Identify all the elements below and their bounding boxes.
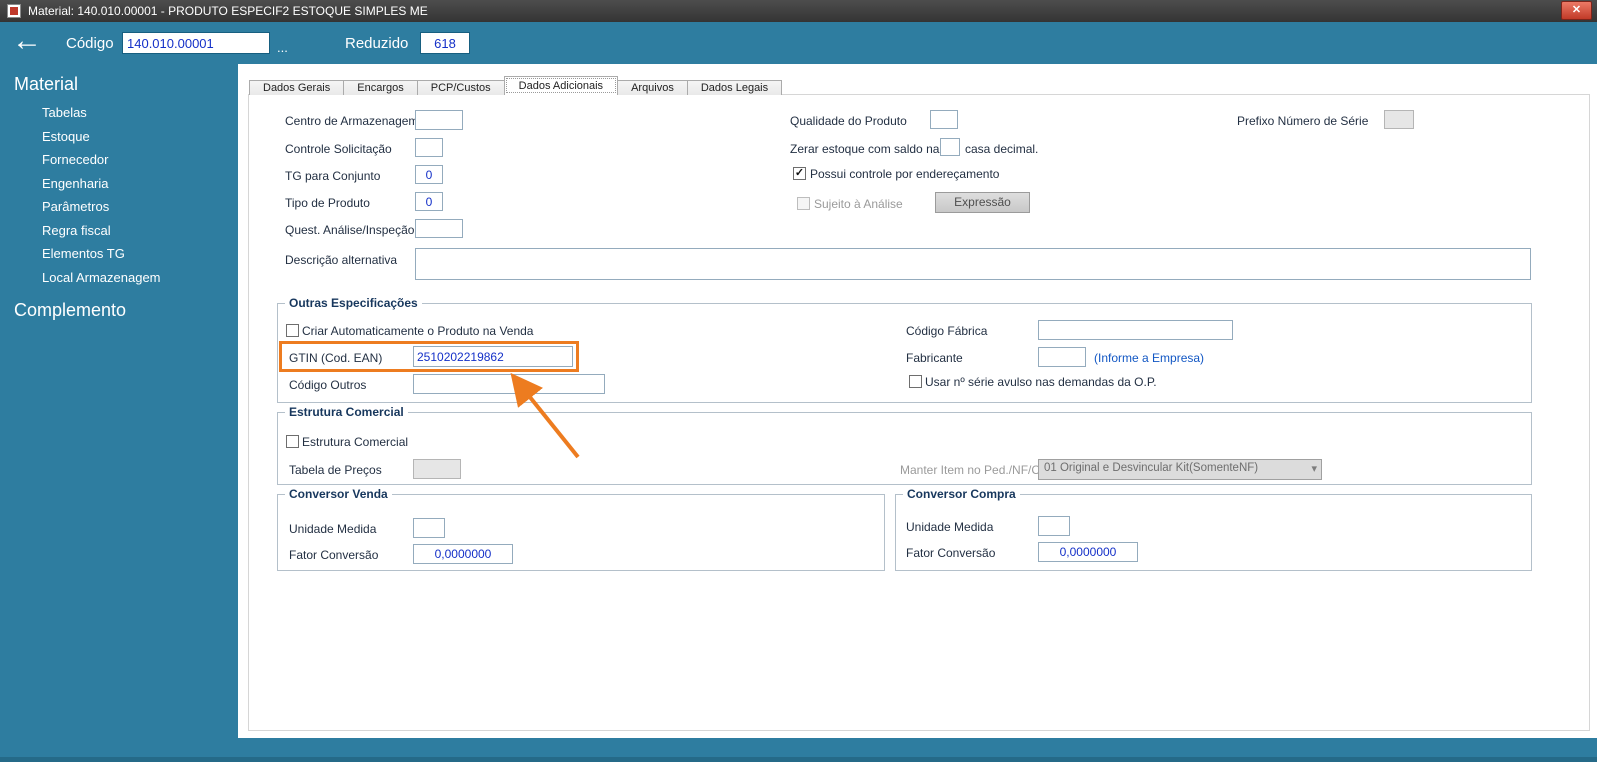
tab-encargos[interactable]: Encargos (343, 80, 418, 95)
compra-fator-label: Fator Conversão (906, 546, 996, 560)
zerar-estoque-input[interactable] (940, 138, 960, 156)
venda-unidade-input[interactable] (413, 518, 445, 538)
quest-analise-label: Quest. Análise/Inspeção (285, 223, 415, 237)
sujeito-analise-checkbox[interactable] (797, 197, 810, 210)
app-icon (7, 4, 21, 18)
tab-dados-gerais[interactable]: Dados Gerais (249, 80, 345, 95)
tabela-precos-label: Tabela de Preços (289, 463, 382, 477)
sidebar-item-engenharia[interactable]: Engenharia (42, 176, 109, 191)
sidebar-section-material[interactable]: Material (14, 74, 78, 95)
codigo-label: Código (66, 35, 114, 52)
group-conversor-compra: Conversor Compra Unidade Medida Fator Co… (895, 487, 1532, 571)
tab-dados-adicionais[interactable]: Dados Adicionais (503, 76, 619, 95)
reduzido-label: Reduzido (345, 35, 409, 52)
sidebar-section-complemento[interactable]: Complemento (14, 300, 126, 321)
descricao-alternativa-input[interactable] (415, 248, 1531, 280)
controle-solicitacao-input[interactable] (415, 138, 443, 157)
compra-unidade-label: Unidade Medida (906, 520, 994, 534)
app-window: Material: 140.010.00001 - PRODUTO ESPECI… (0, 0, 1597, 762)
compra-fator-input[interactable] (1038, 542, 1138, 562)
usar-serie-avulso-checkbox[interactable] (909, 375, 922, 388)
sidebar-item-estoque[interactable]: Estoque (42, 129, 90, 144)
tg-para-conjunto-label: TG para Conjunto (285, 169, 381, 183)
group-title-outras: Outras Especificações (285, 296, 422, 310)
codigo-input[interactable] (122, 32, 270, 54)
chevron-down-icon: ▾ (1311, 463, 1317, 475)
group-conversor-venda: Conversor Venda Unidade Medida Fator Con… (277, 487, 885, 571)
descricao-alternativa-label: Descrição alternativa (285, 253, 398, 267)
centro-armazenagem-input[interactable] (415, 110, 463, 130)
sidebar-item-elementos-tg[interactable]: Elementos TG (42, 246, 125, 261)
venda-unidade-label: Unidade Medida (289, 522, 377, 536)
group-title-conversor-compra: Conversor Compra (903, 487, 1020, 501)
venda-fator-input[interactable] (413, 544, 513, 564)
sidebar-item-tabelas[interactable]: Tabelas (42, 105, 87, 120)
group-title-conversor-venda: Conversor Venda (285, 487, 392, 501)
usar-serie-avulso-label: Usar nº série avulso nas demandas da O.P… (925, 375, 1157, 389)
more-button[interactable]: ... (277, 40, 288, 55)
header-bar: ← Código ... Reduzido (0, 22, 1597, 64)
manter-item-value: 01 Original e Desvincular Kit(SomenteNF) (1044, 462, 1259, 474)
reduzido-input[interactable] (420, 32, 470, 54)
codigo-outros-input[interactable] (413, 374, 605, 394)
informe-empresa-link[interactable]: (Informe a Empresa) (1094, 351, 1204, 365)
controle-solicitacao-label: Controle Solicitação (285, 142, 392, 156)
criar-automaticamente-checkbox[interactable] (286, 324, 299, 337)
tg-para-conjunto-input[interactable] (415, 165, 443, 184)
gtin-input[interactable] (413, 346, 573, 367)
codigo-outros-label: Código Outros (289, 378, 367, 392)
bottom-edge (0, 757, 1597, 762)
estrutura-comercial-checkbox[interactable] (286, 435, 299, 448)
group-outras-especificacoes: Outras Especificações Criar Automaticame… (277, 296, 1532, 403)
title-bar: Material: 140.010.00001 - PRODUTO ESPECI… (0, 0, 1597, 22)
tipo-de-produto-label: Tipo de Produto (285, 196, 370, 210)
sidebar-item-local-armazenagem[interactable]: Local Armazenagem (42, 270, 161, 285)
compra-unidade-input[interactable] (1038, 516, 1070, 536)
tab-dados-legais[interactable]: Dados Legais (686, 80, 783, 95)
centro-armazenagem-label: Centro de Armazenagem (285, 114, 419, 128)
tabela-precos-input[interactable] (413, 459, 461, 479)
check-icon: ✓ (794, 167, 805, 179)
sidebar-item-parametros[interactable]: Parâmetros (42, 199, 109, 214)
qualidade-produto-input[interactable] (930, 110, 958, 129)
prefixo-serie-input[interactable] (1384, 110, 1414, 129)
close-button[interactable]: ✕ (1561, 1, 1592, 20)
group-estrutura-comercial: Estrutura Comercial Estrutura Comercial … (277, 405, 1532, 485)
window-title: Material: 140.010.00001 - PRODUTO ESPECI… (28, 4, 428, 18)
sidebar-item-fornecedor[interactable]: Fornecedor (42, 152, 108, 167)
quest-analise-input[interactable] (415, 219, 463, 238)
possui-controle-checkbox[interactable]: ✓ (793, 167, 806, 180)
tab-pcp-custos[interactable]: PCP/Custos (416, 80, 505, 95)
prefixo-serie-label: Prefixo Número de Série (1237, 114, 1369, 128)
possui-controle-label: Possui controle por endereçamento (810, 167, 1000, 181)
codigo-fabrica-input[interactable] (1038, 320, 1233, 340)
codigo-fabrica-label: Código Fábrica (906, 324, 988, 338)
expressao-button[interactable]: Expressão (935, 192, 1030, 213)
fabricante-input[interactable] (1038, 347, 1086, 367)
tab-strip: Dados Gerais Encargos PCP/Custos Dados A… (249, 76, 783, 95)
criar-automaticamente-label: Criar Automaticamente o Produto na Venda (302, 324, 534, 338)
tipo-de-produto-input[interactable] (415, 192, 443, 211)
gtin-label: GTIN (Cod. EAN) (289, 351, 383, 365)
qualidade-produto-label: Qualidade do Produto (790, 114, 907, 128)
back-arrow-icon[interactable]: ← (12, 24, 42, 58)
tab-arquivos[interactable]: Arquivos (617, 80, 688, 95)
fabricante-label: Fabricante (906, 351, 963, 365)
casa-decimal-label: casa decimal. (965, 142, 1039, 156)
close-icon: ✕ (1571, 4, 1582, 16)
sujeito-analise-label: Sujeito à Análise (814, 197, 903, 211)
sidebar-item-regra-fiscal[interactable]: Regra fiscal (42, 223, 111, 238)
group-title-estrutura: Estrutura Comercial (285, 405, 408, 419)
estrutura-comercial-label: Estrutura Comercial (302, 435, 409, 449)
venda-fator-label: Fator Conversão (289, 548, 379, 562)
manter-item-select[interactable]: 01 Original e Desvincular Kit(SomenteNF)… (1038, 459, 1322, 480)
zerar-estoque-label: Zerar estoque com saldo na (790, 142, 940, 156)
